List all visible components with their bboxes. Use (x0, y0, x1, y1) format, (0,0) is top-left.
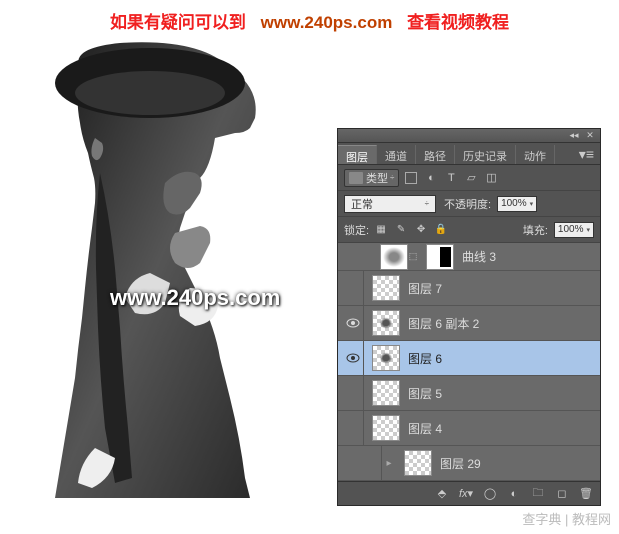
opacity-label: 不透明度: (444, 196, 491, 212)
layer-thumbnail[interactable] (372, 415, 400, 441)
layers-panel: ◂◂ ✕ 图层 通道 路径 历史记录 动作 ▾≡ 类型 ÷ ◐ T ▱ ◫ 正常… (337, 128, 601, 506)
page-watermark: 查字典 | 教程网 (522, 509, 611, 528)
filter-shape-icon[interactable]: ▱ (463, 170, 479, 186)
chevron-down-icon: ÷ (390, 173, 394, 182)
tab-channels[interactable]: 通道 (377, 145, 416, 164)
layers-list: ⬚ 曲线 3 图层 7 图层 6 副本 2 图层 6 (338, 243, 600, 481)
new-layer-icon[interactable]: ◻ (554, 486, 570, 502)
layer-thumbnail[interactable] (372, 310, 400, 336)
layer-name[interactable]: 曲线 3 (462, 248, 496, 265)
filter-type-label: 类型 (366, 170, 388, 186)
opacity-input[interactable]: 100% ▾ (497, 196, 537, 212)
tab-paths[interactable]: 路径 (416, 145, 455, 164)
layer-mask-thumbnail[interactable] (426, 244, 454, 270)
layer-name[interactable]: 图层 6 (408, 350, 442, 367)
tab-actions[interactable]: 动作 (516, 145, 555, 164)
visibility-toggle[interactable] (342, 341, 364, 375)
filter-type-icon (349, 172, 363, 184)
blend-mode-value: 正常 (351, 196, 373, 212)
visibility-toggle[interactable] (342, 376, 364, 410)
tab-layers[interactable]: 图层 (338, 145, 377, 164)
delete-layer-icon[interactable]: 🗑 (578, 486, 594, 502)
eye-icon (346, 353, 360, 363)
banner-text-right: 查看视频教程 (407, 13, 509, 32)
layer-thumbnail[interactable] (372, 275, 400, 301)
lock-position-icon[interactable]: ✥ (413, 222, 429, 238)
layer-row[interactable]: 图层 5 (338, 376, 600, 411)
link-layers-icon[interactable]: ⬘ (434, 486, 450, 502)
opacity-value-text: 100% (501, 198, 527, 209)
canvas-image (20, 38, 300, 498)
visibility-toggle[interactable] (342, 271, 364, 305)
panel-footer: ⬘ fx▾ ◯ ◐ 🗀 ◻ 🗑 (338, 481, 600, 505)
visibility-toggle[interactable] (342, 411, 364, 445)
layer-name[interactable]: 图层 7 (408, 280, 442, 297)
layer-name[interactable]: 图层 4 (408, 420, 442, 437)
filter-text-icon[interactable]: T (443, 170, 459, 186)
tab-history[interactable]: 历史记录 (455, 145, 516, 164)
lock-transparency-icon[interactable]: ▦ (373, 222, 389, 238)
filter-pixel-icon[interactable] (403, 170, 419, 186)
layer-thumbnail[interactable] (372, 380, 400, 406)
fill-input[interactable]: 100% ▾ (554, 222, 594, 238)
eye-icon (346, 318, 360, 328)
layer-thumbnail[interactable] (404, 450, 432, 476)
layer-thumbnail[interactable] (372, 345, 400, 371)
panel-header: ◂◂ ✕ (338, 129, 600, 143)
chevron-down-icon: ÷ (425, 199, 429, 208)
fill-value-text: 100% (558, 224, 584, 235)
chevron-down-icon: ▾ (530, 200, 534, 208)
layer-name[interactable]: 图层 29 (440, 455, 481, 472)
layer-row[interactable]: ▸ 图层 29 (338, 446, 600, 481)
blend-mode-select[interactable]: 正常 ÷ (344, 195, 436, 213)
layer-name[interactable]: 图层 6 副本 2 (408, 315, 479, 332)
expand-chevron-icon[interactable]: ▸ (382, 458, 396, 469)
image-watermark: www.240ps.com (110, 285, 280, 311)
filter-smart-icon[interactable]: ◫ (483, 170, 499, 186)
layer-filter-row: 类型 ÷ ◐ T ▱ ◫ (338, 165, 600, 191)
layer-name[interactable]: 图层 5 (408, 385, 442, 402)
layer-row[interactable]: 图层 7 (338, 271, 600, 306)
banner-link[interactable]: www.240ps.com (261, 13, 393, 32)
panel-tabs: 图层 通道 路径 历史记录 动作 ▾≡ (338, 143, 600, 165)
banner-text-left: 如果有疑问可以到 (110, 13, 246, 32)
filter-adjustment-icon[interactable]: ◐ (423, 170, 439, 186)
panel-menu-icon[interactable]: ▾≡ (573, 145, 600, 164)
blend-opacity-row: 正常 ÷ 不透明度: 100% ▾ (338, 191, 600, 217)
layer-thumbnail[interactable] (380, 244, 408, 270)
chevron-down-icon: ▾ (586, 226, 590, 234)
lock-label: 锁定: (344, 222, 369, 238)
adjustment-layer-icon[interactable]: ◐ (506, 486, 522, 502)
close-panel-icon[interactable]: ✕ (584, 131, 596, 141)
lock-all-icon[interactable]: 🔒 (433, 222, 449, 238)
layer-row[interactable]: 图层 6 (338, 341, 600, 376)
filter-type-select[interactable]: 类型 ÷ (344, 169, 399, 187)
layer-row[interactable]: ⬚ 曲线 3 (338, 243, 600, 271)
layer-row[interactable]: 图层 6 副本 2 (338, 306, 600, 341)
fill-label: 填充: (523, 222, 548, 238)
add-mask-icon[interactable]: ◯ (482, 486, 498, 502)
new-group-icon[interactable]: 🗀 (530, 486, 546, 502)
woman-silhouette-image (20, 38, 300, 498)
visibility-toggle[interactable] (360, 446, 382, 480)
collapse-icon[interactable]: ◂◂ (568, 131, 580, 141)
tutorial-banner: 如果有疑问可以到 www.240ps.com 查看视频教程 (0, 8, 619, 33)
layer-effects-icon[interactable]: fx▾ (458, 486, 474, 502)
lock-fill-row: 锁定: ▦ ✎ ✥ 🔒 填充: 100% ▾ (338, 217, 600, 243)
link-icon[interactable]: ⬚ (408, 251, 418, 262)
layer-row[interactable]: 图层 4 (338, 411, 600, 446)
visibility-toggle[interactable] (342, 306, 364, 340)
lock-pixels-icon[interactable]: ✎ (393, 222, 409, 238)
